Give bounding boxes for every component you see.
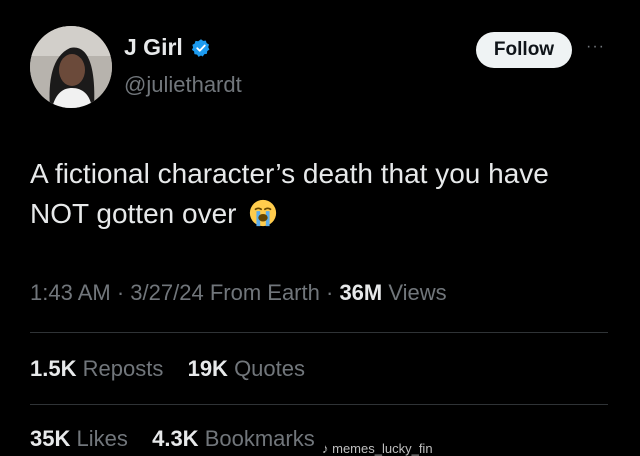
- tweet-text: A fictional character’s death that you h…: [30, 154, 590, 234]
- bookmarks-link[interactable]: 4.3K Bookmarks: [152, 426, 315, 451]
- verified-badge-icon: [191, 38, 210, 57]
- divider: [30, 404, 608, 405]
- bookmarks-label: Bookmarks: [204, 426, 315, 451]
- tweet-location: From Earth: [209, 280, 320, 305]
- meta-separator: ·: [325, 280, 340, 305]
- quotes-label: Quotes: [234, 356, 305, 381]
- reposts-count: 1.5K: [30, 356, 77, 381]
- author-handle[interactable]: @juliethardt: [124, 72, 242, 98]
- quotes-count: 19K: [187, 356, 228, 381]
- author-name-row: J Girl: [124, 34, 211, 61]
- tiktok-icon: ♪: [322, 441, 333, 456]
- bookmarks-count: 4.3K: [152, 426, 199, 451]
- views-label: Views: [388, 280, 447, 305]
- author-name[interactable]: J Girl: [124, 34, 183, 61]
- follow-button[interactable]: Follow: [476, 32, 572, 68]
- tweet-time[interactable]: 1:43 AM: [30, 280, 111, 305]
- watermark-text: memes_lucky_fin: [332, 441, 433, 456]
- likes-label: Likes: [76, 426, 128, 451]
- meta-separator: ·: [116, 280, 131, 305]
- likes-count: 35K: [30, 426, 71, 451]
- reposts-link[interactable]: 1.5K Reposts: [30, 356, 169, 381]
- quotes-link[interactable]: 19K Quotes: [188, 356, 305, 381]
- tweet-text-content: A fictional character’s death that you h…: [30, 158, 549, 229]
- likes-link[interactable]: 35K Likes: [30, 426, 134, 451]
- divider: [30, 332, 608, 333]
- stats-row-likes-bookmarks: 35K Likes 4.3K Bookmarks: [30, 426, 315, 452]
- reposts-label: Reposts: [82, 356, 164, 381]
- more-options-icon[interactable]: ···: [586, 38, 605, 56]
- avatar-photo: [30, 26, 112, 108]
- watermark: ♪ memes_lucky_fin: [322, 441, 433, 456]
- stats-row-reposts-quotes: 1.5K Reposts 19K Quotes: [30, 356, 305, 382]
- loudly-crying-face-icon: [250, 199, 277, 227]
- avatar[interactable]: [30, 26, 112, 108]
- tweet-meta: 1:43 AM · 3/27/24 From Earth · 36M Views: [30, 280, 447, 306]
- views-count: 36M: [339, 280, 383, 305]
- tweet-date[interactable]: 3/27/24: [130, 280, 203, 305]
